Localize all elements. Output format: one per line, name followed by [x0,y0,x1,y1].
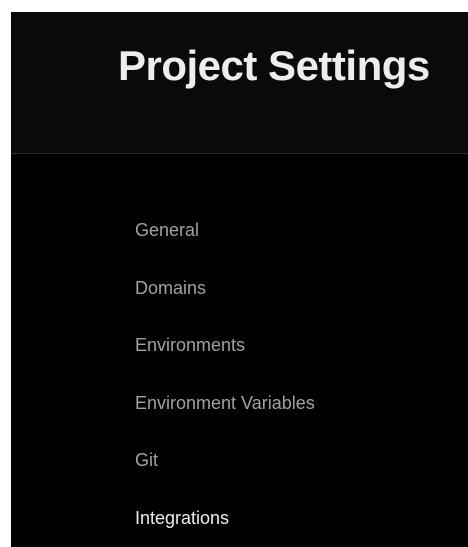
page-title: Project Settings [118,42,430,89]
settings-nav: General Domains Environments Environment… [135,217,455,547]
settings-panel: Project Settings General Domains Environ… [11,12,468,547]
nav-item-environment-variables[interactable]: Environment Variables [135,390,455,448]
nav-item-domains[interactable]: Domains [135,275,455,333]
nav-item-git[interactable]: Git [135,447,455,505]
settings-header: Project Settings [11,12,468,154]
nav-item-environments[interactable]: Environments [135,332,455,390]
nav-item-general[interactable]: General [135,217,455,275]
nav-item-integrations[interactable]: Integrations [135,505,455,547]
